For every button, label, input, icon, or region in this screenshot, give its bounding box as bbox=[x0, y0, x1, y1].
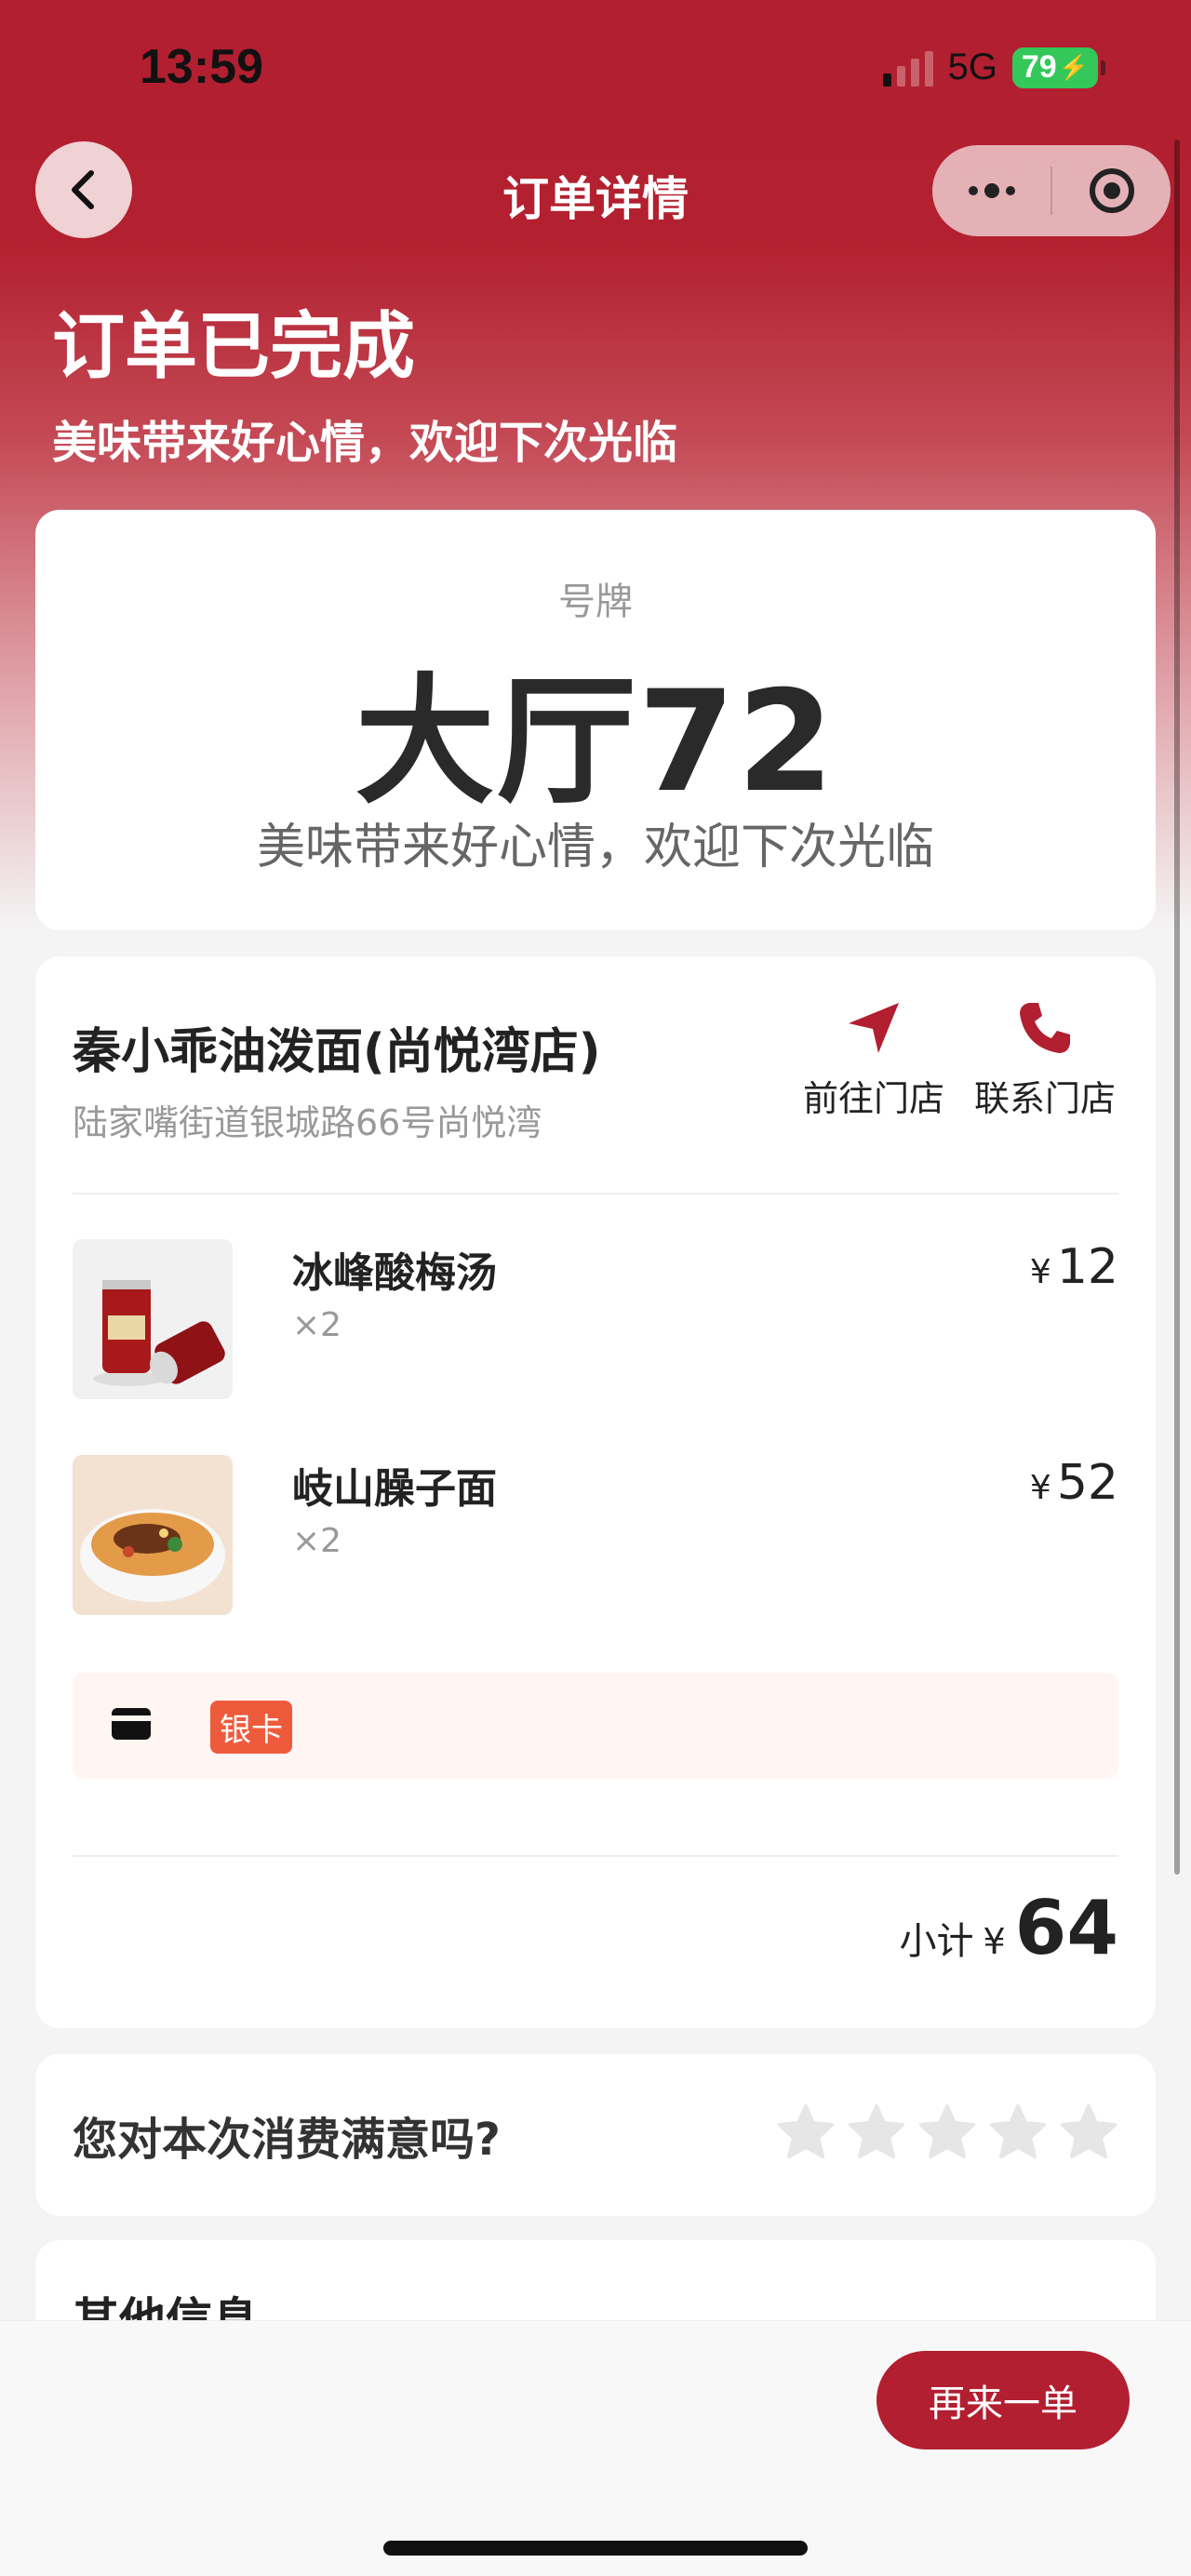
order-status-subtitle: 美味带来好心情，欢迎下次光临 bbox=[52, 417, 678, 469]
subtotal-label: 小计 bbox=[899, 1920, 974, 1963]
ticket-number: 大厅72 bbox=[355, 661, 836, 823]
network-type: 5G bbox=[947, 47, 997, 87]
ticket-card: 号牌 大厅72 美味带来好心情，欢迎下次光临 bbox=[35, 510, 1156, 930]
rating-question: 您对本次消费满意吗? bbox=[73, 2114, 501, 2166]
ticket-message: 美味带来好心情，欢迎下次光临 bbox=[256, 820, 934, 875]
product-image bbox=[73, 1239, 233, 1399]
currency-symbol: ¥ bbox=[1029, 1469, 1051, 1507]
item-price: ¥12 bbox=[1030, 1239, 1118, 1295]
order-status-title: 订单已完成 bbox=[52, 305, 416, 389]
star-icon[interactable] bbox=[917, 2102, 977, 2162]
star-icon[interactable] bbox=[776, 2102, 836, 2162]
item-price-value: 12 bbox=[1056, 1239, 1118, 1295]
star-icon[interactable] bbox=[1059, 2102, 1118, 2162]
signal-icon bbox=[882, 49, 933, 87]
subtotal: 小计 ¥ 64 bbox=[899, 1885, 1118, 1971]
order-card: 秦小乖油泼面(尚悦湾店) 陆家嘴街道银城路66号尚悦湾 前往门店 联系门店 冰峰… bbox=[35, 956, 1156, 2028]
target-circle-icon bbox=[1089, 168, 1134, 213]
close-mini-program-button[interactable] bbox=[1052, 145, 1171, 236]
more-dots-icon bbox=[968, 183, 1015, 198]
item-price: ¥52 bbox=[1030, 1455, 1118, 1511]
payment-method-row: 银卡 bbox=[73, 1673, 1118, 1779]
more-button[interactable] bbox=[932, 145, 1050, 236]
item-quantity: ×2 bbox=[292, 1522, 342, 1560]
battery-level: 79 bbox=[1021, 49, 1057, 85]
subtotal-divider bbox=[73, 1855, 1118, 1857]
item-price-value: 52 bbox=[1056, 1455, 1118, 1511]
store-divider bbox=[73, 1193, 1118, 1195]
order-item: 岐山臊子面 ×2 ¥52 bbox=[73, 1455, 1118, 1615]
battery-icon: 79 ⚡ bbox=[1012, 47, 1105, 88]
reorder-button[interactable]: 再来一单 bbox=[877, 2351, 1130, 2449]
navigate-store-button[interactable]: 前往门店 bbox=[795, 999, 953, 1121]
membership-badge: 银卡 bbox=[210, 1701, 292, 1754]
contact-store-button[interactable]: 联系门店 bbox=[966, 999, 1124, 1121]
item-quantity: ×2 bbox=[292, 1306, 342, 1344]
subtotal-value: 64 bbox=[1014, 1885, 1118, 1971]
ticket-label: 号牌 bbox=[558, 581, 633, 623]
navigate-store-label: 前往门店 bbox=[802, 1078, 944, 1119]
scrollbar[interactable] bbox=[1174, 140, 1180, 1875]
star-icon[interactable] bbox=[988, 2102, 1048, 2162]
star-rating bbox=[776, 2102, 1118, 2162]
bottom-action-bar: 再来一单 bbox=[0, 2320, 1191, 2576]
home-indicator bbox=[383, 2541, 808, 2556]
currency-symbol: ¥ bbox=[1029, 1253, 1051, 1291]
status-time: 13:59 bbox=[140, 40, 263, 94]
product-image bbox=[73, 1455, 233, 1615]
rating-card: 您对本次消费满意吗? bbox=[35, 2054, 1156, 2216]
item-name: 岐山臊子面 bbox=[292, 1465, 497, 1513]
star-icon[interactable] bbox=[847, 2102, 906, 2162]
store-address: 陆家嘴街道银城路66号尚悦湾 bbox=[73, 1102, 542, 1143]
contact-store-label: 联系门店 bbox=[973, 1078, 1116, 1119]
mini-program-capsule bbox=[932, 145, 1171, 236]
navigation-arrow-icon bbox=[849, 1003, 899, 1053]
phone-icon bbox=[1020, 1003, 1070, 1053]
item-name: 冰峰酸梅汤 bbox=[292, 1249, 497, 1297]
currency-symbol: ¥ bbox=[983, 1921, 1006, 1962]
status-indicators: 5G 79 ⚡ bbox=[882, 47, 1105, 88]
card-icon bbox=[112, 1708, 151, 1740]
order-item: 冰峰酸梅汤 ×2 ¥12 bbox=[73, 1239, 1118, 1399]
store-name: 秦小乖油泼面(尚悦湾店) bbox=[73, 1024, 601, 1080]
